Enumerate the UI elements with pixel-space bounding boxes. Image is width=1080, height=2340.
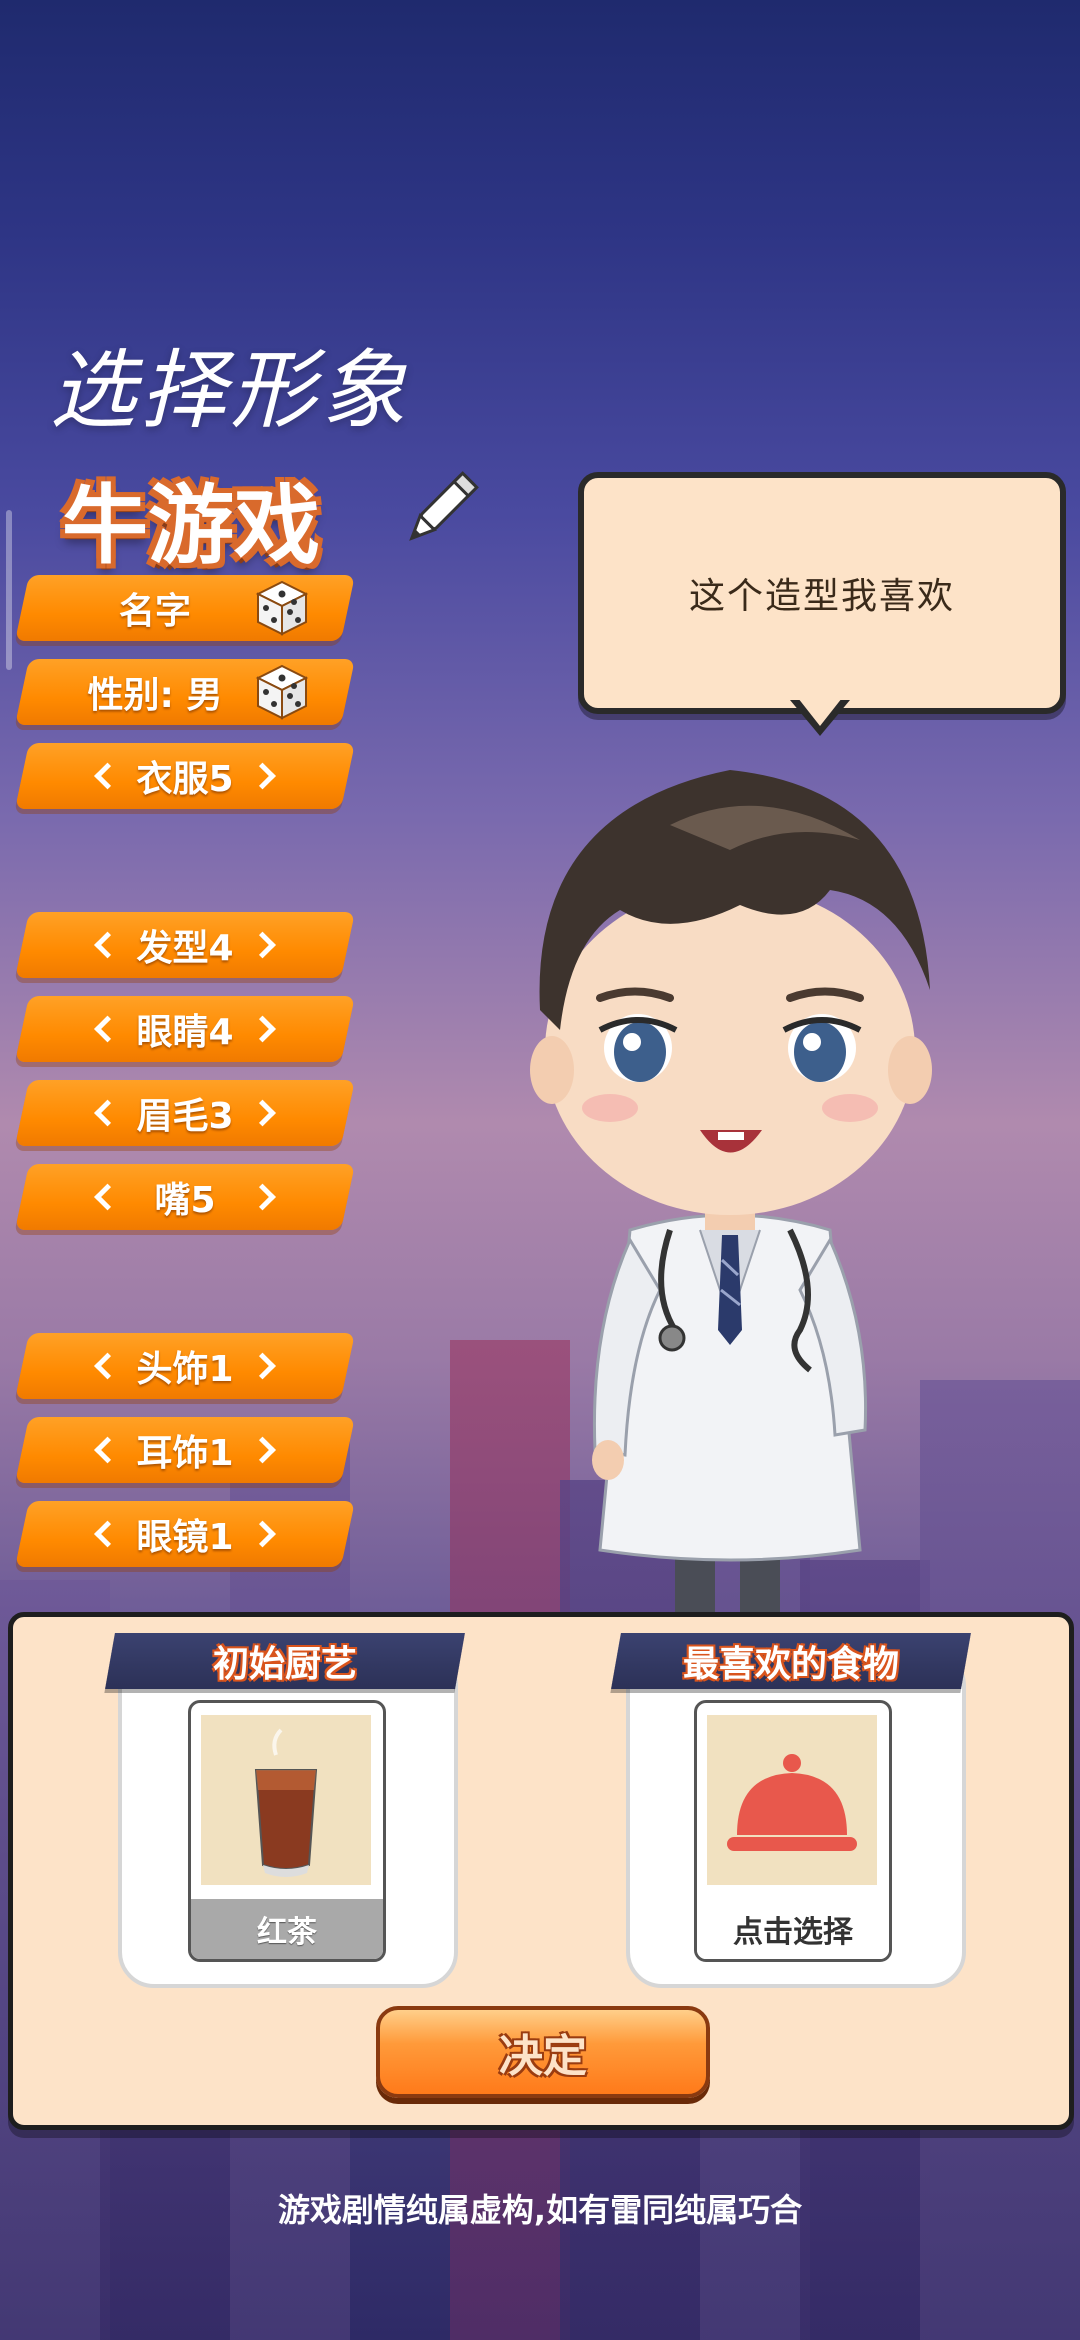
earring-selector[interactable]: 耳饰1 bbox=[14, 1417, 356, 1483]
disclaimer-text: 游戏剧情纯属虚构,如有雷同纯属巧合 bbox=[277, 2191, 803, 2229]
mouth-selector[interactable]: 嘴5 bbox=[14, 1164, 356, 1230]
chevron-left-icon[interactable] bbox=[94, 1352, 121, 1380]
cloche-icon bbox=[727, 1754, 857, 1851]
clothes-label: 衣服5 bbox=[136, 759, 234, 800]
headwear-label: 头饰1 bbox=[136, 1349, 234, 1390]
confirm-label: 决定 bbox=[499, 2031, 587, 2082]
dice-icon bbox=[255, 664, 309, 720]
earring-label: 耳饰1 bbox=[136, 1433, 234, 1474]
chevron-left-icon[interactable] bbox=[94, 1436, 121, 1464]
cooking-item[interactable]: 红茶 bbox=[188, 1700, 386, 1962]
glasses-label: 眼镜1 bbox=[136, 1517, 234, 1558]
food-title: 最喜欢的食物 bbox=[682, 1644, 899, 1685]
page-title: 选择形象 bbox=[50, 341, 410, 441]
cooking-title: 初始厨艺 bbox=[212, 1644, 357, 1685]
name-random-button[interactable]: 名字 bbox=[14, 575, 356, 641]
chevron-left-icon[interactable] bbox=[94, 1015, 121, 1043]
pencil-icon[interactable] bbox=[400, 470, 480, 550]
chevron-right-icon[interactable] bbox=[249, 1183, 276, 1211]
cloche-image bbox=[707, 1715, 877, 1885]
character-avatar bbox=[530, 770, 932, 1620]
speech-text: 这个造型我喜欢 bbox=[688, 576, 955, 617]
chevron-left-icon[interactable] bbox=[94, 931, 121, 959]
gender-random-button[interactable]: 性别: 男 bbox=[14, 659, 356, 725]
chevron-left-icon[interactable] bbox=[94, 1520, 121, 1548]
eyes-selector[interactable]: 眼睛4 bbox=[14, 996, 356, 1062]
cooking-item-label: 红茶 bbox=[191, 1899, 383, 1959]
tea-cup-icon bbox=[254, 1728, 318, 1877]
glasses-selector[interactable]: 眼镜1 bbox=[14, 1501, 356, 1567]
chevron-right-icon[interactable] bbox=[249, 1352, 276, 1380]
chevron-left-icon[interactable] bbox=[94, 762, 121, 790]
tea-image bbox=[201, 1715, 371, 1885]
speech-bubble: 这个造型我喜欢 bbox=[578, 472, 1066, 714]
chevron-right-icon[interactable] bbox=[249, 1436, 276, 1464]
clothes-selector[interactable]: 衣服5 bbox=[14, 743, 356, 809]
scroll-indicator bbox=[6, 510, 12, 670]
chevron-right-icon[interactable] bbox=[249, 1520, 276, 1548]
dice-icon bbox=[255, 580, 309, 636]
food-header: 最喜欢的食物 bbox=[611, 1633, 971, 1689]
speech-tail-inner bbox=[798, 698, 842, 726]
food-select-button[interactable]: 点击选择 bbox=[694, 1700, 892, 1962]
hair-selector[interactable]: 发型4 bbox=[14, 912, 356, 978]
chevron-right-icon[interactable] bbox=[249, 1015, 276, 1043]
brows-selector[interactable]: 眉毛3 bbox=[14, 1080, 356, 1146]
headwear-selector[interactable]: 头饰1 bbox=[14, 1333, 356, 1399]
player-name: 牛游戏 bbox=[62, 476, 320, 576]
gender-label: 性别: 男 bbox=[87, 675, 223, 716]
eyes-label: 眼睛4 bbox=[136, 1012, 234, 1053]
cooking-header: 初始厨艺 bbox=[105, 1633, 465, 1689]
chevron-right-icon[interactable] bbox=[249, 762, 276, 790]
chevron-left-icon[interactable] bbox=[94, 1099, 121, 1127]
name-label: 名字 bbox=[118, 591, 191, 632]
food-item-label: 点击选择 bbox=[697, 1899, 889, 1959]
chevron-right-icon[interactable] bbox=[249, 1099, 276, 1127]
chevron-left-icon[interactable] bbox=[94, 1183, 121, 1211]
confirm-button[interactable]: 决定 bbox=[376, 2006, 710, 2098]
chevron-right-icon[interactable] bbox=[249, 931, 276, 959]
mouth-label: 嘴5 bbox=[154, 1180, 216, 1221]
hair-label: 发型4 bbox=[136, 928, 234, 969]
brows-label: 眉毛3 bbox=[136, 1096, 234, 1137]
